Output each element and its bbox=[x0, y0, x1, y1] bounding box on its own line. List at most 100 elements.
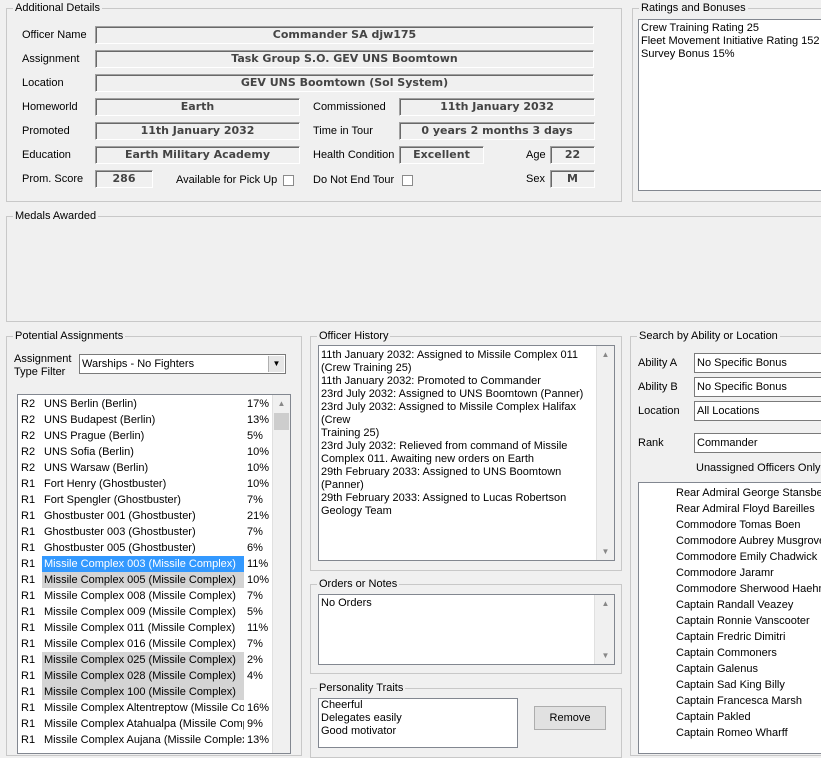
assignment-row[interactable]: R1 Missile Complex Aujana (Missile Comple… bbox=[18, 732, 274, 748]
assignment-row[interactable]: R1 Ghostbuster 005 (Ghostbuster) 6% bbox=[18, 540, 274, 556]
commissioned-field: 11th January 2032 bbox=[399, 98, 595, 116]
officer-list-item[interactable]: Commodore Jaramr bbox=[639, 565, 821, 581]
assignment-row[interactable]: R1 Missile Complex 003 (Missile Complex) 1… bbox=[18, 556, 274, 572]
assignment-filter-select[interactable]: Warships - No Fighters ▼ bbox=[79, 354, 286, 374]
scroll-down-icon[interactable]: ▼ bbox=[595, 647, 614, 664]
assignment-rank: R1 bbox=[21, 494, 36, 506]
assignment-row[interactable]: R2 UNS Berlin (Berlin) 17% bbox=[18, 396, 274, 412]
assignment-name: Missile Complex 005 (Missile Complex) bbox=[42, 572, 244, 588]
assignment-row[interactable]: R1 Missile Complex 011 (Missile Complex) 1… bbox=[18, 620, 274, 636]
assignment-row[interactable]: R1 Missile Complex 100 (Missile Complex) bbox=[18, 684, 274, 700]
trait-item[interactable]: Good motivator bbox=[319, 725, 517, 738]
officer-list-item[interactable]: Captain Francesca Marsh bbox=[639, 693, 821, 709]
scroll-down-icon[interactable]: ▼ bbox=[597, 543, 614, 560]
ability-a-select[interactable]: No Specific Bonus bbox=[694, 353, 821, 373]
scrollbar-thumb[interactable] bbox=[274, 413, 289, 430]
officer-list-item[interactable]: Captain Pakled bbox=[639, 709, 821, 725]
search-location-label: Location bbox=[638, 405, 680, 417]
officers-list[interactable]: Rear Admiral George Stansber Rear Admiral… bbox=[638, 482, 821, 754]
assignments-scrollbar[interactable]: ▲ bbox=[272, 395, 290, 753]
history-line: 11th January 2032: Promoted to Commander bbox=[321, 375, 541, 387]
pickup-checkbox[interactable] bbox=[283, 175, 294, 186]
assignment-percent: 10% bbox=[247, 574, 270, 586]
orders-textarea[interactable]: No Orders ▲ ▼ bbox=[318, 594, 615, 665]
officer-list-item[interactable]: Commodore Sherwood Haehn bbox=[639, 581, 821, 597]
assignment-name: UNS Warsaw (Berlin) bbox=[44, 462, 149, 474]
assignment-name: Ghostbuster 005 (Ghostbuster) bbox=[44, 542, 196, 554]
assignment-row[interactable]: R1 Missile Complex 005 (Missile Complex) 1… bbox=[18, 572, 274, 588]
officer-list-item[interactable]: Captain Galenus bbox=[639, 661, 821, 677]
assignment-row[interactable]: R1 Missile Complex 028 (Missile Complex) 4… bbox=[18, 668, 274, 684]
assignment-rank: R1 bbox=[21, 638, 36, 650]
traits-title: Personality Traits bbox=[317, 682, 406, 695]
history-line: (Crew Training 25) bbox=[321, 362, 412, 374]
location-field: GEV UNS Boomtown (Sol System) bbox=[95, 74, 594, 92]
time-in-tour-label: Time in Tour bbox=[313, 125, 373, 137]
assignment-filter-value: Warships - No Fighters bbox=[82, 358, 195, 370]
time-in-tour-field: 0 years 2 months 3 days bbox=[399, 122, 595, 140]
prom-score-field: 286 bbox=[95, 170, 153, 188]
assignment-row[interactable]: R1 Fort Henry (Ghostbuster) 10% bbox=[18, 476, 274, 492]
officer-list-item[interactable]: Captain Randall Veazey bbox=[639, 597, 821, 613]
officer-history-list[interactable]: 11th January 2032: Assigned to Missile C… bbox=[318, 345, 615, 561]
search-location-select[interactable]: All Locations bbox=[694, 401, 821, 421]
assignment-name: Missile Complex Aujana (Missile Complex) bbox=[44, 734, 244, 746]
assignment-row[interactable]: R2 UNS Budapest (Berlin) 13% bbox=[18, 412, 274, 428]
officer-list-item[interactable]: Captain Romeo Wharff bbox=[639, 725, 821, 741]
assignment-row[interactable]: R1 Missile Complex 009 (Missile Complex) 5… bbox=[18, 604, 274, 620]
assignment-row[interactable]: R1 Ghostbuster 001 (Ghostbuster) 21% bbox=[18, 508, 274, 524]
officer-list-item[interactable]: Commodore Emily Chadwick bbox=[639, 549, 821, 565]
officer-list-item[interactable]: Captain Fredric Dimitri bbox=[639, 629, 821, 645]
assignment-filter-label: Assignment Type Filter bbox=[14, 353, 74, 379]
orders-scrollbar[interactable]: ▲ ▼ bbox=[594, 595, 614, 664]
history-scrollbar[interactable]: ▲ ▼ bbox=[596, 346, 614, 560]
assignments-list[interactable]: R2 UNS Berlin (Berlin) 17% R2 UNS Budapest (… bbox=[17, 394, 291, 754]
assignment-row[interactable]: R1 Missile Complex Altentreptow (Missile … bbox=[18, 700, 274, 716]
chevron-down-icon[interactable]: ▼ bbox=[268, 356, 284, 372]
ability-a-label: Ability A bbox=[638, 357, 678, 369]
officer-list-item[interactable]: Rear Admiral Floyd Bareilles bbox=[639, 501, 821, 517]
history-line: 29th February 2033: Assigned to Lucas Ro… bbox=[321, 492, 567, 504]
assignment-rank: R1 bbox=[21, 686, 36, 698]
history-line: 23rd July 2032: Assigned to UNS Boomtown… bbox=[321, 388, 584, 400]
assignment-row[interactable]: R1 Fort Spengler (Ghostbuster) 7% bbox=[18, 492, 274, 508]
assignment-row[interactable]: R1 Missile Complex 008 (Missile Complex) 7… bbox=[18, 588, 274, 604]
assignment-row[interactable]: R2 UNS Warsaw (Berlin) 10% bbox=[18, 460, 274, 476]
ratings-list[interactable]: Crew Training Rating 25 Fleet Movement I… bbox=[638, 19, 821, 191]
assignment-rank: R1 bbox=[21, 718, 36, 730]
officer-list-item[interactable]: Captain Sad King Billy bbox=[639, 677, 821, 693]
assignment-row[interactable]: R1 Missile Complex 025 (Missile Complex) 2… bbox=[18, 652, 274, 668]
assignment-name: UNS Budapest (Berlin) bbox=[44, 414, 156, 426]
assignment-rank: R2 bbox=[21, 446, 36, 458]
assignment-row[interactable]: R2 UNS Sofia (Berlin) 10% bbox=[18, 444, 274, 460]
officer-list-item[interactable]: Captain Commoners bbox=[639, 645, 821, 661]
officer-list-item[interactable]: Commodore Tomas Boen bbox=[639, 517, 821, 533]
not-end-tour-checkbox[interactable] bbox=[402, 175, 413, 186]
trait-item[interactable]: Delegates easily bbox=[319, 712, 517, 725]
assignment-name: Ghostbuster 001 (Ghostbuster) bbox=[44, 510, 196, 522]
ability-b-select[interactable]: No Specific Bonus bbox=[694, 377, 821, 397]
assignment-percent: 13% bbox=[247, 734, 270, 746]
assignment-percent: 7% bbox=[247, 590, 263, 602]
rank-select[interactable]: Commander bbox=[694, 433, 821, 453]
assignment-name: Missile Complex 100 (Missile Complex) bbox=[42, 684, 244, 700]
traits-list[interactable]: Cheerful Delegates easily Good motivator bbox=[318, 698, 518, 748]
assignment-row[interactable]: R2 UNS Prague (Berlin) 5% bbox=[18, 428, 274, 444]
promoted-label: Promoted bbox=[22, 125, 70, 137]
scroll-up-icon[interactable]: ▲ bbox=[595, 595, 614, 612]
history-line: Complex 011. Awaiting new orders on Eart… bbox=[321, 453, 534, 465]
assignment-rank: R2 bbox=[21, 462, 36, 474]
officer-list-item[interactable]: Commodore Aubrey Musgrove bbox=[639, 533, 821, 549]
pickup-label: Available for Pick Up bbox=[176, 174, 278, 186]
assignment-row[interactable]: R1 Missile Complex 016 (Missile Complex) 7… bbox=[18, 636, 274, 652]
officer-list-item[interactable]: Rear Admiral George Stansber bbox=[639, 485, 821, 501]
assignment-percent: 10% bbox=[247, 462, 270, 474]
officer-list-item[interactable]: Captain Ronnie Vanscooter bbox=[639, 613, 821, 629]
remove-trait-button[interactable]: Remove bbox=[534, 706, 606, 730]
assignment-percent: 10% bbox=[247, 446, 270, 458]
assignment-row[interactable]: R1 Ghostbuster 003 (Ghostbuster) 7% bbox=[18, 524, 274, 540]
trait-item[interactable]: Cheerful bbox=[319, 699, 517, 712]
assignment-row[interactable]: R1 Missile Complex Atahualpa (Missile Com… bbox=[18, 716, 274, 732]
scroll-up-icon[interactable]: ▲ bbox=[273, 395, 290, 412]
scroll-up-icon[interactable]: ▲ bbox=[597, 346, 614, 363]
